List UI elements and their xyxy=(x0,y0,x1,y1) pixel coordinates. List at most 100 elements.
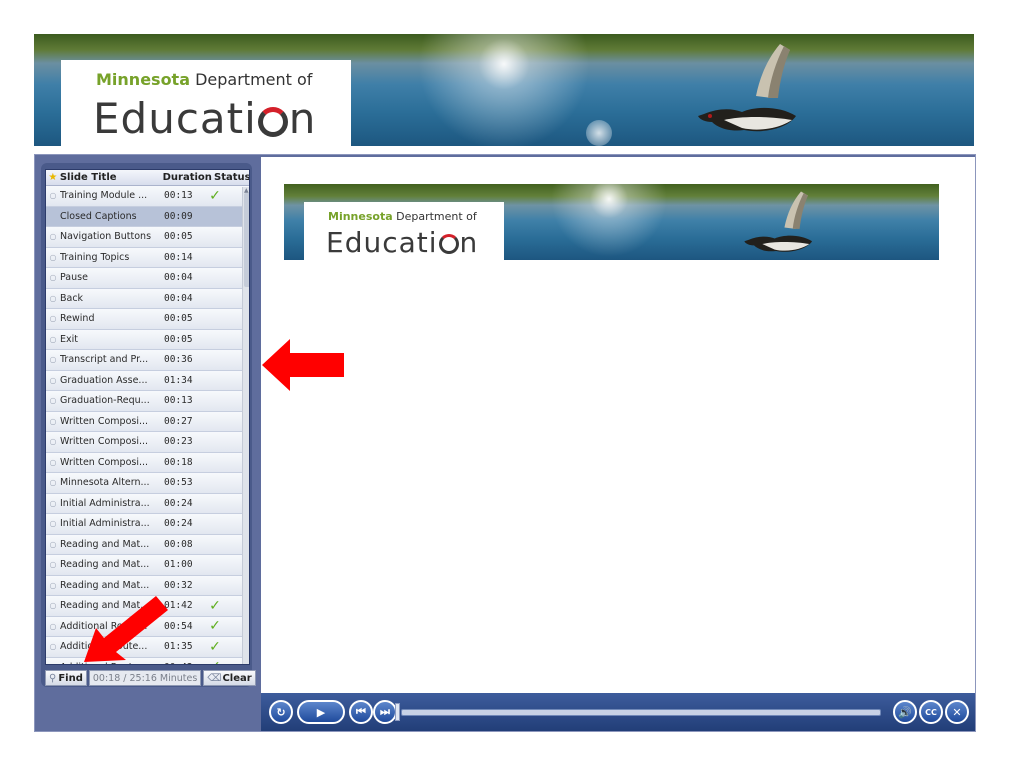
slide-row[interactable]: ○ Initial Administra... 00:24 xyxy=(46,514,249,535)
replay-button[interactable]: ↻ xyxy=(269,700,293,724)
slide-bullet-icon: ○ xyxy=(49,232,57,242)
slide-bullet-icon: ○ xyxy=(49,601,57,611)
slide-bullet-icon: ○ xyxy=(49,252,57,262)
cc-label: CC xyxy=(925,707,937,717)
slide-row[interactable]: ○ Pause 00:04 xyxy=(46,268,249,289)
progress-bar[interactable] xyxy=(401,709,881,716)
slide-row[interactable]: ○ Reading and Mat... 01:00 xyxy=(46,555,249,576)
slide-title: Navigation Buttons xyxy=(60,231,152,243)
slide-duration: 01:42 xyxy=(164,600,193,612)
slide-bullet-icon: ○ xyxy=(46,663,60,664)
slide-bullet-icon: ○ xyxy=(49,334,57,344)
slide-bullet-icon: ○ xyxy=(49,273,57,283)
slide-duration: 00:43 xyxy=(164,662,204,664)
sun-glare xyxy=(394,34,614,146)
slide-title: Exit xyxy=(60,333,78,345)
exit-button[interactable]: ✕ xyxy=(945,700,969,724)
logo-main-text: Educati xyxy=(93,94,257,143)
find-button[interactable]: ⚲ Find xyxy=(45,670,87,686)
slide-row[interactable]: ○ Written Composi... 00:23 xyxy=(46,432,249,453)
slide-title: Reading and Mat... xyxy=(60,559,150,571)
slide-row[interactable]: ○ Written Composi... 00:18 xyxy=(46,452,249,473)
slide-bullet-icon: ○ xyxy=(49,519,57,529)
slide-stage: Minnesota Department of Educati n xyxy=(261,157,975,693)
volume-button[interactable]: 🔊 xyxy=(893,700,917,724)
slide-bullet-icon: ○ xyxy=(49,437,57,447)
slide-duration: 00:36 xyxy=(164,354,193,366)
play-icon: ▶ xyxy=(316,705,326,719)
slide-duration: 00:13 xyxy=(164,190,193,202)
sun-glare xyxy=(534,184,684,259)
slide-title: Rewind xyxy=(60,313,95,325)
logo-dept-text: Department of xyxy=(190,70,313,89)
slide-duration: 00:18 xyxy=(164,456,193,468)
checkmark-icon: ✓ xyxy=(209,597,221,614)
slide-row[interactable]: ○ Graduation Asse... 01:34 xyxy=(46,370,249,391)
slide-duration: 00:53 xyxy=(164,477,193,489)
slide-bullet-icon: ○ xyxy=(49,580,57,590)
slide-row[interactable]: ○ Reading and Mat... 00:32 xyxy=(46,575,249,596)
slide-row[interactable]: ○ Navigation Buttons 00:05 xyxy=(46,227,249,248)
closed-captions-button[interactable]: CC xyxy=(919,700,943,724)
slide-duration: 00:09 xyxy=(164,210,193,222)
slide-duration: 00:05 xyxy=(164,333,193,345)
column-duration: Duration xyxy=(162,172,212,183)
clear-button[interactable]: ⌫ Clear xyxy=(203,670,256,686)
next-slide-button[interactable]: ⏭ xyxy=(373,700,397,724)
slide-title: Training Topics xyxy=(60,251,130,263)
checkmark-icon: ✓ xyxy=(209,618,221,635)
slide-list-header: ★ Slide Title Duration Status xyxy=(46,170,249,186)
slide-bullet-icon: ○ xyxy=(49,560,57,570)
slide-row[interactable]: ○ Rewind 00:05 xyxy=(46,309,249,330)
slide-row[interactable]: ○ Exit 00:05 xyxy=(46,329,249,350)
replay-icon: ↻ xyxy=(276,705,286,719)
slide-bullet-icon: ○ xyxy=(49,375,57,385)
annotation-arrow-left xyxy=(262,339,344,391)
slide-row[interactable]: ○ Training Module ... 00:13 ✓ xyxy=(46,186,249,207)
slide-row[interactable]: ○ Graduation-Requ... 00:13 xyxy=(46,391,249,412)
slide-duration: 00:24 xyxy=(164,518,193,530)
slide-title: Written Composi... xyxy=(60,456,149,468)
slide-row[interactable]: ○ Initial Administra... 00:24 xyxy=(46,493,249,514)
slide-bullet-icon: ○ xyxy=(49,191,57,201)
slide-bullet-icon: ○ xyxy=(49,498,57,508)
logo-dept-text: Department of xyxy=(392,210,477,223)
slide-bullet-icon: ○ xyxy=(49,621,57,631)
slide-row[interactable]: ○ Transcript and Pr... 00:36 xyxy=(46,350,249,371)
progress-knob[interactable] xyxy=(395,703,400,721)
slide-title: Closed Captions xyxy=(60,210,137,222)
slide-bullet-icon: ○ xyxy=(49,642,57,652)
search-icon: ⚲ xyxy=(49,672,57,684)
slide-row[interactable]: ○ Written Composi... 00:27 xyxy=(46,411,249,432)
find-label: Find xyxy=(58,672,83,684)
previous-icon: ⏮ xyxy=(356,705,366,718)
slide-row[interactable]: ○ Minnesota Altern... 00:53 xyxy=(46,473,249,494)
slide-title: Initial Administra... xyxy=(60,497,150,509)
clear-label: Clear xyxy=(222,672,252,684)
previous-slide-button[interactable]: ⏮ xyxy=(349,700,373,724)
slide-duration: 01:34 xyxy=(164,374,193,386)
play-button[interactable]: ▶ xyxy=(297,700,345,724)
slide-duration: 00:54 xyxy=(164,620,193,632)
scrollbar-thumb[interactable] xyxy=(244,193,249,287)
next-icon: ⏭ xyxy=(380,705,390,718)
mde-logo: Minnesota Department of Educati n xyxy=(61,60,351,146)
clear-icon: ⌫ xyxy=(207,672,222,684)
slide-duration: 00:24 xyxy=(164,497,193,509)
slide-duration: 00:08 xyxy=(164,538,193,550)
slide-list-scrollbar[interactable]: ▲ xyxy=(242,187,249,664)
slide-bullet-icon: ○ xyxy=(49,539,57,549)
slide-row[interactable]: Closed Captions 00:09 xyxy=(46,206,249,227)
slide-row[interactable]: ○ Reading and Mat... 00:08 xyxy=(46,534,249,555)
slide-title: Back xyxy=(60,292,84,304)
annotation-arrow-diagonal xyxy=(84,596,168,662)
logo-o-icon xyxy=(438,234,459,254)
slide-row[interactable]: ○ Back 00:04 xyxy=(46,288,249,309)
slide-title: Reading and Mat... xyxy=(60,538,150,550)
slide-row[interactable]: ○ Training Topics 00:14 xyxy=(46,247,249,268)
slide-duration: 00:32 xyxy=(164,579,193,591)
mde-logo: Minnesota Department of Educati n xyxy=(304,202,504,260)
slide-title: Graduation-Requ... xyxy=(60,395,150,407)
logo-o-icon xyxy=(257,107,288,137)
slide-duration: 00:23 xyxy=(164,436,193,448)
